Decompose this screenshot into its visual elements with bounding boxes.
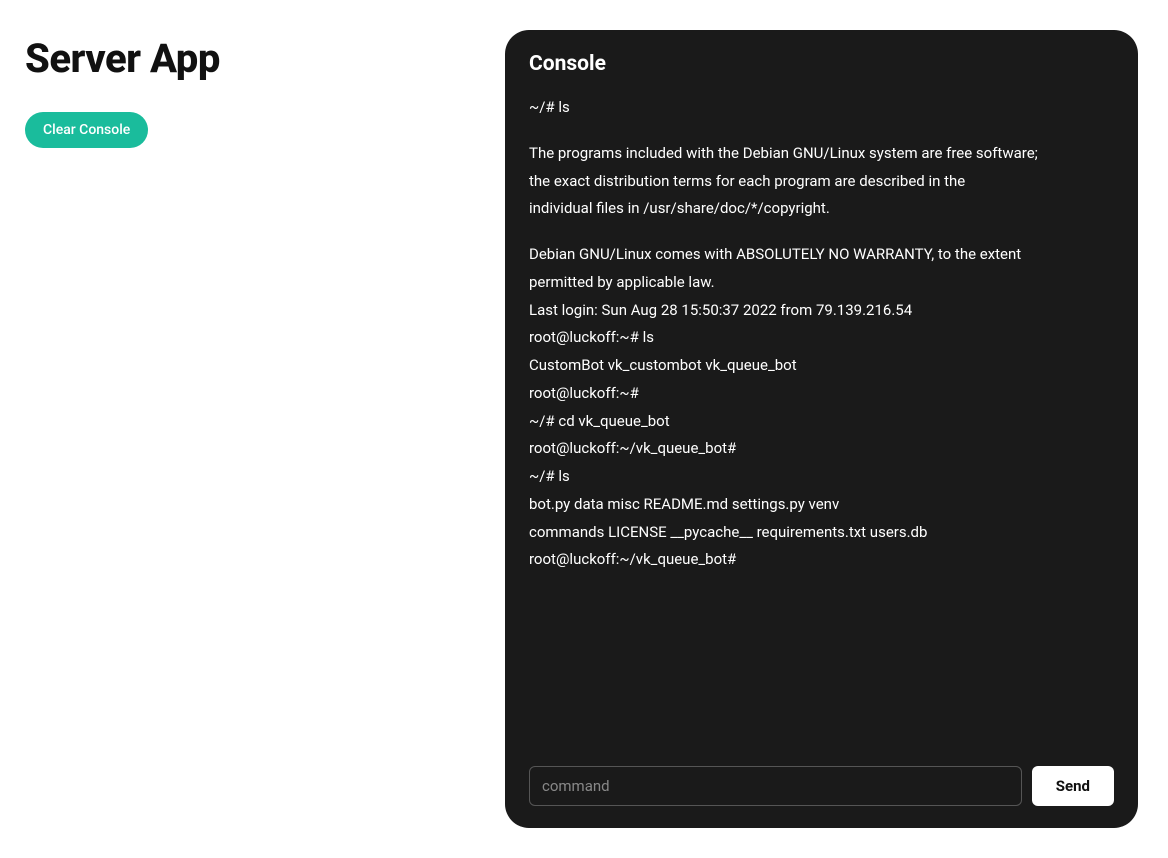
console-line: root@luckoff:~/vk_queue_bot# bbox=[529, 435, 1114, 463]
console-line: permitted by applicable law. bbox=[529, 269, 1114, 297]
console-block: Debian GNU/Linux comes with ABSOLUTELY N… bbox=[529, 241, 1114, 574]
console-line: individual files in /usr/share/doc/*/cop… bbox=[529, 195, 1114, 223]
console-line: root@luckoff:~# bbox=[529, 380, 1114, 408]
console-line: ~/# cd vk_queue_bot bbox=[529, 408, 1114, 436]
page-title: Server App bbox=[25, 35, 485, 82]
console-line: ~/# ls bbox=[529, 463, 1114, 491]
console-input-row: Send bbox=[529, 766, 1114, 806]
left-panel: Server App Clear Console bbox=[25, 30, 485, 828]
console-line: Debian GNU/Linux comes with ABSOLUTELY N… bbox=[529, 241, 1114, 269]
console-line: ~/# ls bbox=[529, 94, 1114, 122]
console-line: Last login: Sun Aug 28 15:50:37 2022 fro… bbox=[529, 297, 1114, 325]
clear-console-button[interactable]: Clear Console bbox=[25, 112, 148, 148]
console-line: The programs included with the Debian GN… bbox=[529, 140, 1114, 168]
console-line: root@luckoff:~# ls bbox=[529, 324, 1114, 352]
console-panel: Console ~/# ls The programs included wit… bbox=[505, 30, 1138, 828]
console-line: the exact distribution terms for each pr… bbox=[529, 168, 1114, 196]
console-block: ~/# ls bbox=[529, 94, 1114, 122]
console-output: ~/# ls The programs included with the De… bbox=[529, 94, 1114, 754]
console-line: bot.py data misc README.md settings.py v… bbox=[529, 491, 1114, 519]
console-line: root@luckoff:~/vk_queue_bot# bbox=[529, 546, 1114, 574]
console-line: CustomBot vk_custombot vk_queue_bot bbox=[529, 352, 1114, 380]
console-line: commands LICENSE __pycache__ requirement… bbox=[529, 519, 1114, 547]
command-input[interactable] bbox=[529, 766, 1022, 806]
send-button[interactable]: Send bbox=[1032, 766, 1114, 806]
app-root: Server App Clear Console Console ~/# ls … bbox=[0, 0, 1168, 858]
console-block: The programs included with the Debian GN… bbox=[529, 140, 1114, 223]
console-title: Console bbox=[529, 52, 1114, 76]
